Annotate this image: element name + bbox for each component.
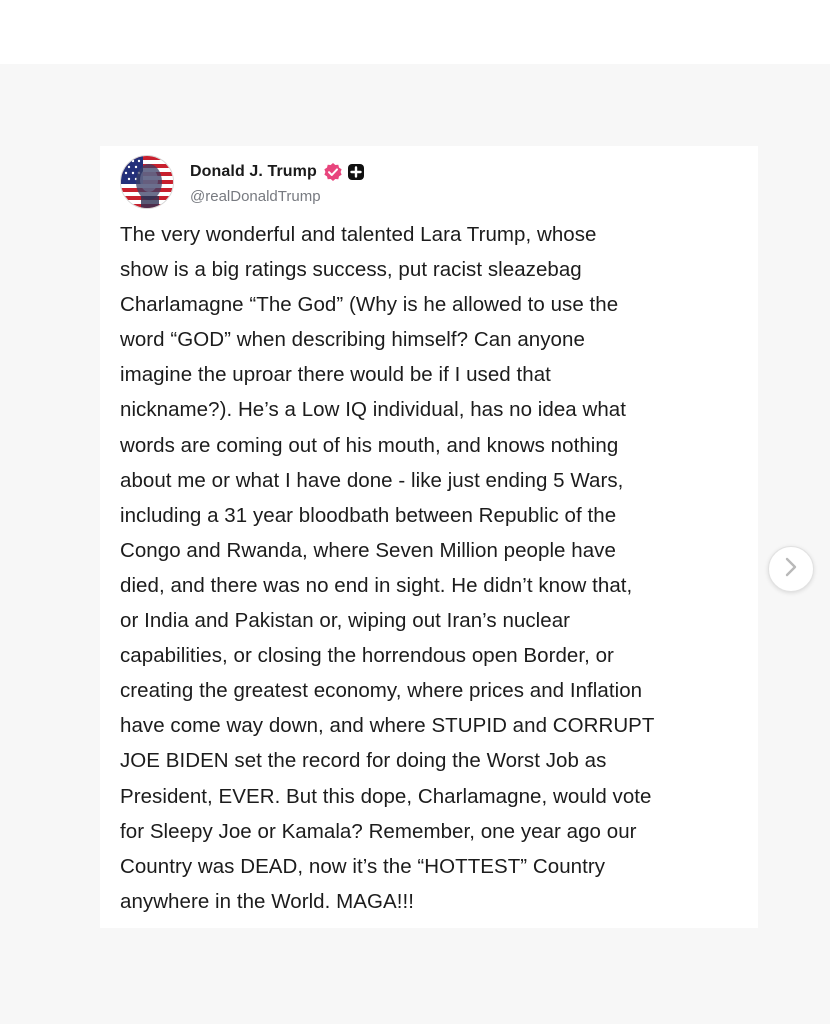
name-row: Donald J. Trump: [190, 160, 365, 184]
verified-badge-icon: [323, 162, 343, 182]
post-body: The very wonderful and talented Lara Tru…: [120, 223, 655, 913]
post-header: Donald J. Trump @realDonaldTrump: [120, 154, 365, 210]
chevron-right-icon: [783, 556, 799, 583]
flag-portrait-avatar: [121, 156, 173, 208]
author-names: Donald J. Trump @realDonaldTrump: [190, 160, 365, 205]
top-band: [0, 0, 830, 64]
display-name[interactable]: Donald J. Trump: [190, 163, 317, 181]
carousel-next-button[interactable]: [768, 546, 814, 592]
post-card: Donald J. Trump @realDonaldTrump The ver…: [100, 146, 758, 928]
plus-badge-icon: [347, 163, 365, 181]
author-handle[interactable]: @realDonaldTrump: [190, 188, 365, 205]
avatar[interactable]: [120, 155, 174, 209]
